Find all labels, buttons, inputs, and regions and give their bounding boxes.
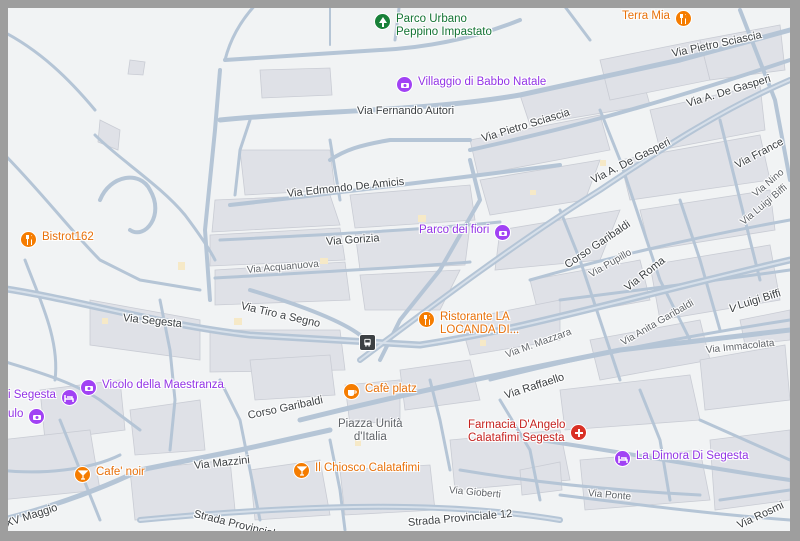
street-label-via-cut: V [729, 303, 737, 315]
poi-bistrot162[interactable]: Bistrot162 [20, 231, 94, 248]
bus-icon [359, 334, 376, 351]
attraction-icon [80, 379, 97, 396]
restaurant-icon [20, 231, 37, 248]
poi-parco-urbano-line1: Parco Urbano [396, 13, 467, 25]
poi-parco-urbano-line2: Peppino Impastato [396, 26, 492, 38]
poi-cafe-platz[interactable]: Cafè platz [343, 383, 417, 400]
poi-segesta-hotel-label: i Segesta [8, 389, 56, 401]
poi-vicolo-label: Vicolo della Maestranza [102, 379, 224, 391]
poi-farmacia-line1: Farmacia D'Angelo [468, 419, 566, 431]
restaurant-icon [674, 10, 692, 27]
poi-parco-dei-fiori[interactable]: Parco dei fiori [419, 224, 512, 241]
poi-cafe-platz-label: Cafè platz [365, 383, 417, 395]
poi-terra-mia[interactable]: Terra Mia [622, 10, 692, 27]
poi-dimora-label: La Dimora Di Segesta [636, 450, 749, 462]
attraction-icon [494, 224, 512, 241]
poi-ulo-label: ulo [8, 408, 24, 420]
poi-bistrot162-label: Bistrot162 [42, 231, 94, 243]
street-label-via-fernando-autori: Via Fernando Autori [357, 105, 455, 117]
poi-chiosco-label: Il Chiosco Calatafimi [315, 462, 420, 474]
poi-il-chiosco-calatafimi[interactable]: Il Chiosco Calatafimi [293, 462, 420, 479]
poi-farmacia-line2: Calatafimi Segesta [468, 432, 565, 444]
poi-cafe-noir-label: Cafe' noir [96, 466, 145, 478]
poi-parco-urbano[interactable]: Parco Urbano Peppino Impastato [374, 13, 492, 39]
poi-parco-dei-fiori-label: Parco dei fiori [419, 224, 490, 236]
poi-terra-mia-label: Terra Mia [622, 10, 670, 22]
piazza-unita-label[interactable]: Piazza Unità d'Italia [338, 418, 403, 444]
bar-icon [293, 462, 310, 479]
hotel-icon [614, 450, 631, 467]
poi-ulo[interactable]: ulo [8, 408, 46, 425]
hotel-icon [60, 389, 78, 406]
attraction-icon [396, 76, 413, 93]
poi-ristorante-line2: LOCANDA DI... [440, 324, 520, 336]
poi-farmacia-dangelo[interactable]: Farmacia D'Angelo Calatafimi Segesta [468, 419, 588, 445]
restaurant-icon [418, 311, 435, 328]
poi-cafe-noir[interactable]: Cafe' noir [74, 466, 145, 483]
attraction-icon [28, 408, 46, 425]
bar-icon [74, 466, 91, 483]
poi-villaggio-label: Villaggio di Babbo Natale [418, 76, 547, 88]
poi-segesta-hotel[interactable]: i Segesta [8, 389, 78, 406]
pharmacy-icon [570, 424, 588, 441]
map-canvas[interactable]: Via Fernando Autori Via Pietro Sciascia … [0, 0, 800, 541]
poi-la-dimora-di-segesta[interactable]: La Dimora Di Segesta [614, 450, 749, 467]
poi-vicolo-della-maestranza[interactable]: Vicolo della Maestranza [80, 379, 224, 396]
poi-ristorante-la-locanda[interactable]: Ristorante LA LOCANDA DI... [418, 311, 519, 337]
poi-ristorante-line1: Ristorante LA [440, 311, 510, 323]
bus-stop[interactable] [359, 334, 376, 351]
poi-villaggio-babbo-natale[interactable]: Villaggio di Babbo Natale [396, 76, 546, 93]
tree-icon [374, 13, 391, 30]
cafe-icon [343, 383, 360, 400]
